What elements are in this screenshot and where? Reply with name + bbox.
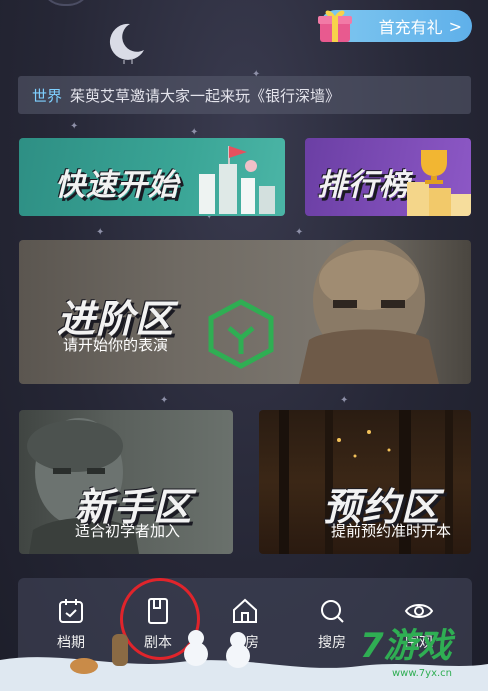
calendar-icon (59, 599, 83, 623)
trophy-icon (407, 150, 471, 216)
quick-start-title: 快速开始 (55, 168, 179, 203)
star-decoration: ✦ (295, 227, 304, 238)
world-chat-banner[interactable]: 世界 茱萸艾草邀请大家一起来玩《银行深墙》 (18, 76, 471, 114)
moon-icon (109, 23, 144, 64)
leaderboard-card[interactable]: 排行榜 (305, 138, 471, 216)
first-recharge-button[interactable]: 首充有礼 > (318, 10, 472, 42)
reservation-zone-card[interactable]: 预约区 提前预约准时开本 (259, 410, 471, 554)
first-recharge-label: 首充有礼 (378, 18, 443, 37)
reservation-zone-subtitle: 提前预约准时开本 (331, 522, 452, 540)
newbie-zone-subtitle: 适合初学者加入 (75, 522, 181, 540)
chevron-right-icon: > (448, 16, 462, 36)
gift-box-icon (318, 10, 352, 42)
star-decoration: ✦ (70, 121, 79, 132)
banner-channel: 世界 (32, 86, 63, 105)
newbie-zone-card[interactable]: 新手区 适合初学者加入 (19, 410, 233, 554)
watermark-url: www.7yx.cn (392, 668, 453, 679)
star-decoration: ✦ (190, 127, 199, 138)
quick-start-card[interactable]: 快速开始 (19, 138, 285, 216)
search-icon (321, 600, 344, 623)
watermark-text: 7游戏 (360, 626, 452, 666)
watermark-logo (208, 299, 274, 369)
banner-message: 茱萸艾草邀请大家一起来玩《银行深墙》 (70, 86, 341, 105)
star-decoration: ✦ (96, 227, 105, 238)
star-decoration: ✦ (340, 395, 349, 406)
character-portrait (299, 240, 439, 384)
building-blocks-icon (199, 146, 275, 214)
home-icon (233, 598, 257, 623)
star-decoration: ✦ (160, 395, 169, 406)
advanced-zone-subtitle: 请开始你的表演 (63, 336, 169, 354)
user-avatar[interactable] (40, 0, 92, 6)
